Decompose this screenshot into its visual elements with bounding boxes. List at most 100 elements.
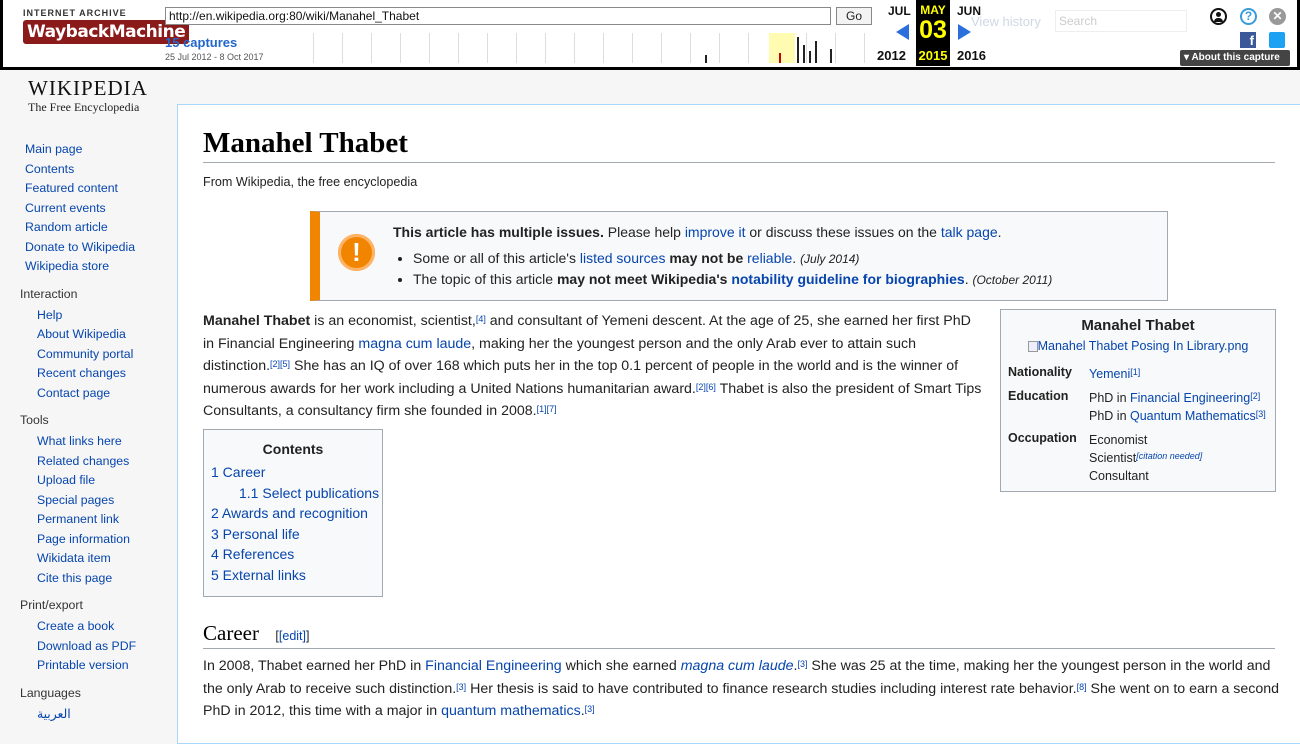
search-input[interactable]: Search: [1055, 10, 1187, 32]
wayback-toolbar: INTERNET ARCHIVE WaybackMachine http://e…: [0, 0, 1300, 70]
sidebar-interaction-group: Interaction Help About Wikipedia Communi…: [0, 287, 176, 404]
toc-entry[interactable]: 5 External links: [204, 565, 382, 586]
facebook-icon[interactable]: f: [1240, 32, 1256, 48]
go-button[interactable]: Go: [836, 7, 872, 25]
sidebar-item-cite[interactable]: Cite this page: [0, 569, 176, 589]
yemeni-link[interactable]: Yemeni: [1089, 367, 1130, 381]
sidebar-item-recent-changes[interactable]: Recent changes: [0, 364, 176, 384]
view-history-tab[interactable]: View history: [971, 14, 1041, 29]
sidebar-item-featured[interactable]: Featured content: [0, 179, 176, 199]
sidebar-heading-interaction[interactable]: Interaction: [0, 287, 176, 301]
sidebar-item-related-changes[interactable]: Related changes: [0, 452, 176, 472]
wayback-logo[interactable]: INTERNET ARCHIVE WaybackMachine: [23, 8, 190, 52]
warning-icon: !: [338, 234, 375, 271]
infobox-value: Yemeni[1]: [1089, 365, 1279, 383]
ref-link[interactable]: [3]: [585, 704, 595, 714]
sidebar-item-lang-arabic[interactable]: العربية: [0, 705, 176, 725]
listed-sources-link[interactable]: listed sources: [580, 250, 666, 266]
financial-engineering-link[interactable]: Financial Engineering: [425, 658, 561, 674]
toc-entry[interactable]: 3 Personal life: [204, 524, 382, 545]
citation-needed-link[interactable]: [citation needed]: [1136, 451, 1202, 461]
ref-link[interactable]: [1][7]: [537, 404, 557, 414]
toc-entry[interactable]: 4 References: [204, 544, 382, 565]
sidebar-item-about[interactable]: About Wikipedia: [0, 325, 176, 345]
cur-day: 03: [919, 16, 947, 44]
infobox-image-alt[interactable]: Manahel Thabet Posing In Library.png: [1038, 339, 1249, 353]
page-title: Manahel Thabet: [203, 127, 1275, 163]
sidebar-item-download-pdf[interactable]: Download as PDF: [0, 637, 176, 657]
notability-link[interactable]: notability guideline for biographies: [731, 271, 964, 287]
edu2-a: PhD in: [1089, 409, 1130, 423]
sidebar-item-page-info[interactable]: Page information: [0, 530, 176, 550]
sidebar-heading-languages[interactable]: Languages: [0, 686, 176, 700]
sidebar-item-upload[interactable]: Upload file: [0, 471, 176, 491]
sidebar-item-main-page[interactable]: Main page: [0, 140, 176, 160]
toc-entry[interactable]: 1 Career: [204, 462, 382, 483]
sidebar-item-current-events[interactable]: Current events: [0, 199, 176, 219]
ref-link[interactable]: [3]: [1256, 409, 1266, 419]
occ1: Economist: [1089, 433, 1148, 447]
sidebar-item-store[interactable]: Wikipedia store: [0, 257, 176, 277]
improve-link[interactable]: improve it: [685, 224, 746, 240]
magna-cum-laude-link[interactable]: magna cum laude: [681, 658, 794, 674]
sidebar-item-community[interactable]: Community portal: [0, 345, 176, 365]
captures-link[interactable]: 15 captures: [165, 35, 237, 50]
next-year[interactable]: 2016: [957, 48, 986, 63]
url-input[interactable]: http://en.wikipedia.org:80/wiki/Manahel_…: [165, 7, 831, 25]
ref-link[interactable]: [2]: [1250, 391, 1260, 401]
next-capture-arrow-icon[interactable]: [958, 24, 971, 40]
prev-month[interactable]: JUL: [888, 4, 911, 18]
toc-entry[interactable]: 1.1 Select publications: [204, 483, 382, 504]
user-icon[interactable]: [1210, 8, 1227, 25]
article-tagline: From Wikipedia, the free encyclopedia: [203, 175, 418, 189]
subject-name: Manahel Thabet: [203, 313, 311, 329]
occ2: Scientist: [1089, 451, 1137, 465]
quantum-mathematics-link[interactable]: Quantum Mathematics: [1130, 409, 1256, 423]
ref-link[interactable]: [1]: [1130, 367, 1140, 377]
ref-link[interactable]: [4]: [476, 314, 486, 324]
infobox-image[interactable]: Manahel Thabet Posing In Library.png: [1001, 339, 1275, 353]
magna-cum-laude-link[interactable]: magna cum laude: [358, 336, 471, 352]
sidebar-item-help[interactable]: Help: [0, 306, 176, 326]
sidebar-item-special-pages[interactable]: Special pages: [0, 491, 176, 511]
close-icon[interactable]: ✕: [1269, 8, 1286, 25]
sidebar-item-contact[interactable]: Contact page: [0, 384, 176, 404]
issue1-bold: may not be: [665, 250, 748, 266]
ref-link[interactable]: [3]: [456, 682, 466, 692]
sidebar-item-printable[interactable]: Printable version: [0, 656, 176, 676]
issues-bold: This article has multiple issues.: [393, 224, 604, 240]
toc-entry[interactable]: 2 Awards and recognition: [204, 503, 382, 524]
twitter-icon[interactable]: [1269, 32, 1285, 48]
multiple-issues-box: ! This article has multiple issues. Plea…: [310, 211, 1168, 301]
sidebar-heading-tools[interactable]: Tools: [0, 413, 176, 427]
ref-link[interactable]: [3]: [797, 659, 807, 669]
sidebar-item-random[interactable]: Random article: [0, 218, 176, 238]
wikipedia-logo[interactable]: WIKIPEDIA The Free Encyclopedia: [28, 76, 148, 115]
financial-engineering-link[interactable]: Financial Engineering: [1130, 391, 1250, 405]
sidebar-print-group: Print/export Create a book Download as P…: [0, 598, 176, 676]
infobox-key: Education: [1008, 389, 1069, 403]
about-capture-button[interactable]: ▾ About this capture: [1180, 50, 1290, 66]
prev-year[interactable]: 2012: [877, 48, 906, 63]
sidebar-heading-print[interactable]: Print/export: [0, 598, 176, 612]
ref-link[interactable]: [2][6]: [696, 382, 716, 392]
sidebar-item-contents[interactable]: Contents: [0, 160, 176, 180]
help-icon[interactable]: ?: [1240, 8, 1257, 25]
sidebar-item-permanent-link[interactable]: Permanent link: [0, 510, 176, 530]
talk-page-link[interactable]: talk page: [941, 224, 998, 240]
edit-section-link[interactable]: [edit]: [279, 629, 306, 643]
sparkline-bar: [809, 51, 811, 63]
ref-link[interactable]: [8]: [1077, 682, 1087, 692]
article-content: Manahel Thabet From Wikipedia, the free …: [177, 104, 1300, 744]
reliable-link[interactable]: reliable: [747, 250, 792, 266]
sidebar-item-donate[interactable]: Donate to Wikipedia: [0, 238, 176, 258]
sidebar-item-what-links[interactable]: What links here: [0, 432, 176, 452]
sidebar-item-wikidata[interactable]: Wikidata item: [0, 549, 176, 569]
ref-link[interactable]: [2][5]: [270, 359, 290, 369]
issue2-date: (October 2011): [972, 273, 1053, 287]
prev-capture-arrow-icon[interactable]: [896, 24, 909, 40]
sidebar-main-group: Main page Contents Featured content Curr…: [0, 140, 176, 277]
capture-sparkline[interactable]: [285, 33, 875, 63]
sidebar-item-create-book[interactable]: Create a book: [0, 617, 176, 637]
quantum-mathematics-link[interactable]: quantum mathematics: [441, 703, 581, 719]
